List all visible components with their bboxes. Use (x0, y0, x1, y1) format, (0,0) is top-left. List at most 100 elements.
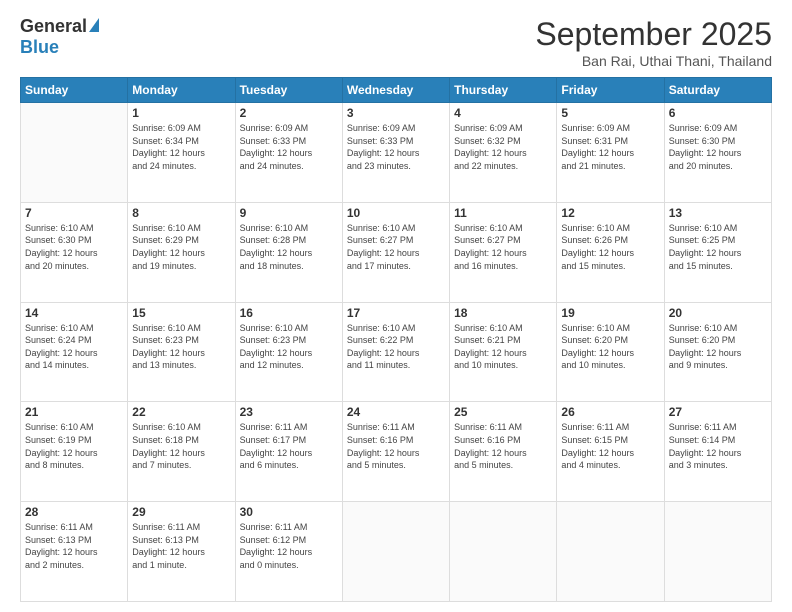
col-header-friday: Friday (557, 78, 664, 103)
table-row (342, 502, 449, 602)
table-row: 16 Sunrise: 6:10 AM Sunset: 6:23 PM Dayli… (235, 302, 342, 402)
day-number: 18 (454, 306, 552, 320)
table-row: 29 Sunrise: 6:11 AM Sunset: 6:13 PM Dayli… (128, 502, 235, 602)
table-row (450, 502, 557, 602)
day-number: 13 (669, 206, 767, 220)
table-row: 4Sunrise: 6:09 AM Sunset: 6:32 PM Daylig… (450, 103, 557, 203)
table-row: 24 Sunrise: 6:11 AM Sunset: 6:16 PM Dayli… (342, 402, 449, 502)
col-header-tuesday: Tuesday (235, 78, 342, 103)
table-row: 6 Sunrise: 6:09 AM Sunset: 6:30 PM Daylig… (664, 103, 771, 203)
month-title: September 2025 (535, 16, 772, 53)
day-info: Sunrise: 6:10 AM Sunset: 6:23 PM Dayligh… (132, 322, 230, 372)
calendar-header-row: Sunday Monday Tuesday Wednesday Thursday… (21, 78, 772, 103)
day-number: 22 (132, 405, 230, 419)
table-row (557, 502, 664, 602)
day-number: 11 (454, 206, 552, 220)
day-info: Sunrise: 6:10 AM Sunset: 6:21 PM Dayligh… (454, 322, 552, 372)
table-row: 27 Sunrise: 6:11 AM Sunset: 6:14 PM Dayli… (664, 402, 771, 502)
table-row: 11Sunrise: 6:10 AM Sunset: 6:27 PM Dayli… (450, 202, 557, 302)
table-row: 8 Sunrise: 6:10 AM Sunset: 6:29 PM Daylig… (128, 202, 235, 302)
day-number: 10 (347, 206, 445, 220)
day-number: 26 (561, 405, 659, 419)
day-number: 29 (132, 505, 230, 519)
table-row: 25Sunrise: 6:11 AM Sunset: 6:16 PM Dayli… (450, 402, 557, 502)
table-row: 19 Sunrise: 6:10 AM Sunset: 6:20 PM Dayli… (557, 302, 664, 402)
calendar-table: Sunday Monday Tuesday Wednesday Thursday… (20, 77, 772, 602)
day-info: Sunrise: 6:10 AM Sunset: 6:22 PM Dayligh… (347, 322, 445, 372)
logo-triangle-icon (89, 18, 99, 32)
day-info: Sunrise: 6:09 AM Sunset: 6:33 PM Dayligh… (347, 122, 445, 172)
day-info: Sunrise: 6:11 AM Sunset: 6:13 PM Dayligh… (132, 521, 230, 571)
day-number: 8 (132, 206, 230, 220)
table-row: 14Sunrise: 6:10 AM Sunset: 6:24 PM Dayli… (21, 302, 128, 402)
day-number: 9 (240, 206, 338, 220)
day-number: 28 (25, 505, 123, 519)
day-info: Sunrise: 6:10 AM Sunset: 6:27 PM Dayligh… (347, 222, 445, 272)
day-number: 15 (132, 306, 230, 320)
day-number: 30 (240, 505, 338, 519)
col-header-wednesday: Wednesday (342, 78, 449, 103)
day-number: 21 (25, 405, 123, 419)
day-number: 25 (454, 405, 552, 419)
day-number: 1 (132, 106, 230, 120)
table-row (664, 502, 771, 602)
day-info: Sunrise: 6:11 AM Sunset: 6:17 PM Dayligh… (240, 421, 338, 471)
table-row: 1 Sunrise: 6:09 AM Sunset: 6:34 PM Daylig… (128, 103, 235, 203)
day-info: Sunrise: 6:10 AM Sunset: 6:18 PM Dayligh… (132, 421, 230, 471)
day-info: Sunrise: 6:09 AM Sunset: 6:33 PM Dayligh… (240, 122, 338, 172)
table-row: 26 Sunrise: 6:11 AM Sunset: 6:15 PM Dayli… (557, 402, 664, 502)
table-row: 3 Sunrise: 6:09 AM Sunset: 6:33 PM Daylig… (342, 103, 449, 203)
table-row: 18 Sunrise: 6:10 AM Sunset: 6:21 PM Dayli… (450, 302, 557, 402)
day-info: Sunrise: 6:10 AM Sunset: 6:23 PM Dayligh… (240, 322, 338, 372)
day-number: 27 (669, 405, 767, 419)
day-number: 24 (347, 405, 445, 419)
table-row: 7Sunrise: 6:10 AM Sunset: 6:30 PM Daylig… (21, 202, 128, 302)
day-info: Sunrise: 6:09 AM Sunset: 6:30 PM Dayligh… (669, 122, 767, 172)
day-number: 3 (347, 106, 445, 120)
day-info: Sunrise: 6:11 AM Sunset: 6:15 PM Dayligh… (561, 421, 659, 471)
day-info: Sunrise: 6:09 AM Sunset: 6:32 PM Dayligh… (454, 122, 552, 172)
day-number: 16 (240, 306, 338, 320)
table-row: 22 Sunrise: 6:10 AM Sunset: 6:18 PM Dayli… (128, 402, 235, 502)
day-number: 19 (561, 306, 659, 320)
day-info: Sunrise: 6:10 AM Sunset: 6:30 PM Dayligh… (25, 222, 123, 272)
page: General Blue September 2025 Ban Rai, Uth… (0, 0, 792, 612)
col-header-sunday: Sunday (21, 78, 128, 103)
day-info: Sunrise: 6:10 AM Sunset: 6:20 PM Dayligh… (561, 322, 659, 372)
day-number: 6 (669, 106, 767, 120)
day-number: 5 (561, 106, 659, 120)
day-info: Sunrise: 6:10 AM Sunset: 6:28 PM Dayligh… (240, 222, 338, 272)
logo-general-text: General (20, 16, 87, 37)
day-info: Sunrise: 6:10 AM Sunset: 6:19 PM Dayligh… (25, 421, 123, 471)
table-row: 15 Sunrise: 6:10 AM Sunset: 6:23 PM Dayli… (128, 302, 235, 402)
col-header-saturday: Saturday (664, 78, 771, 103)
day-info: Sunrise: 6:11 AM Sunset: 6:16 PM Dayligh… (347, 421, 445, 471)
day-number: 12 (561, 206, 659, 220)
day-info: Sunrise: 6:11 AM Sunset: 6:13 PM Dayligh… (25, 521, 123, 571)
table-row: 9 Sunrise: 6:10 AM Sunset: 6:28 PM Daylig… (235, 202, 342, 302)
table-row: 28 Sunrise: 6:11 AM Sunset: 6:13 PM Dayli… (21, 502, 128, 602)
table-row: 13 Sunrise: 6:10 AM Sunset: 6:25 PM Dayli… (664, 202, 771, 302)
header: General Blue September 2025 Ban Rai, Uth… (20, 16, 772, 69)
table-row: 10 Sunrise: 6:10 AM Sunset: 6:27 PM Dayli… (342, 202, 449, 302)
day-info: Sunrise: 6:09 AM Sunset: 6:31 PM Dayligh… (561, 122, 659, 172)
col-header-monday: Monday (128, 78, 235, 103)
table-row: 23 Sunrise: 6:11 AM Sunset: 6:17 PM Dayli… (235, 402, 342, 502)
table-row: 30Sunrise: 6:11 AM Sunset: 6:12 PM Dayli… (235, 502, 342, 602)
table-row: 21 Sunrise: 6:10 AM Sunset: 6:19 PM Dayli… (21, 402, 128, 502)
day-number: 23 (240, 405, 338, 419)
day-number: 20 (669, 306, 767, 320)
logo: General Blue (20, 16, 99, 58)
table-row (21, 103, 128, 203)
table-row: 5 Sunrise: 6:09 AM Sunset: 6:31 PM Daylig… (557, 103, 664, 203)
day-info: Sunrise: 6:10 AM Sunset: 6:29 PM Dayligh… (132, 222, 230, 272)
day-info: Sunrise: 6:11 AM Sunset: 6:14 PM Dayligh… (669, 421, 767, 471)
title-block: September 2025 Ban Rai, Uthai Thani, Tha… (535, 16, 772, 69)
day-info: Sunrise: 6:09 AM Sunset: 6:34 PM Dayligh… (132, 122, 230, 172)
day-number: 2 (240, 106, 338, 120)
table-row: 12Sunrise: 6:10 AM Sunset: 6:26 PM Dayli… (557, 202, 664, 302)
table-row: 2 Sunrise: 6:09 AM Sunset: 6:33 PM Daylig… (235, 103, 342, 203)
logo-blue-text: Blue (20, 37, 59, 58)
day-info: Sunrise: 6:10 AM Sunset: 6:25 PM Dayligh… (669, 222, 767, 272)
col-header-thursday: Thursday (450, 78, 557, 103)
